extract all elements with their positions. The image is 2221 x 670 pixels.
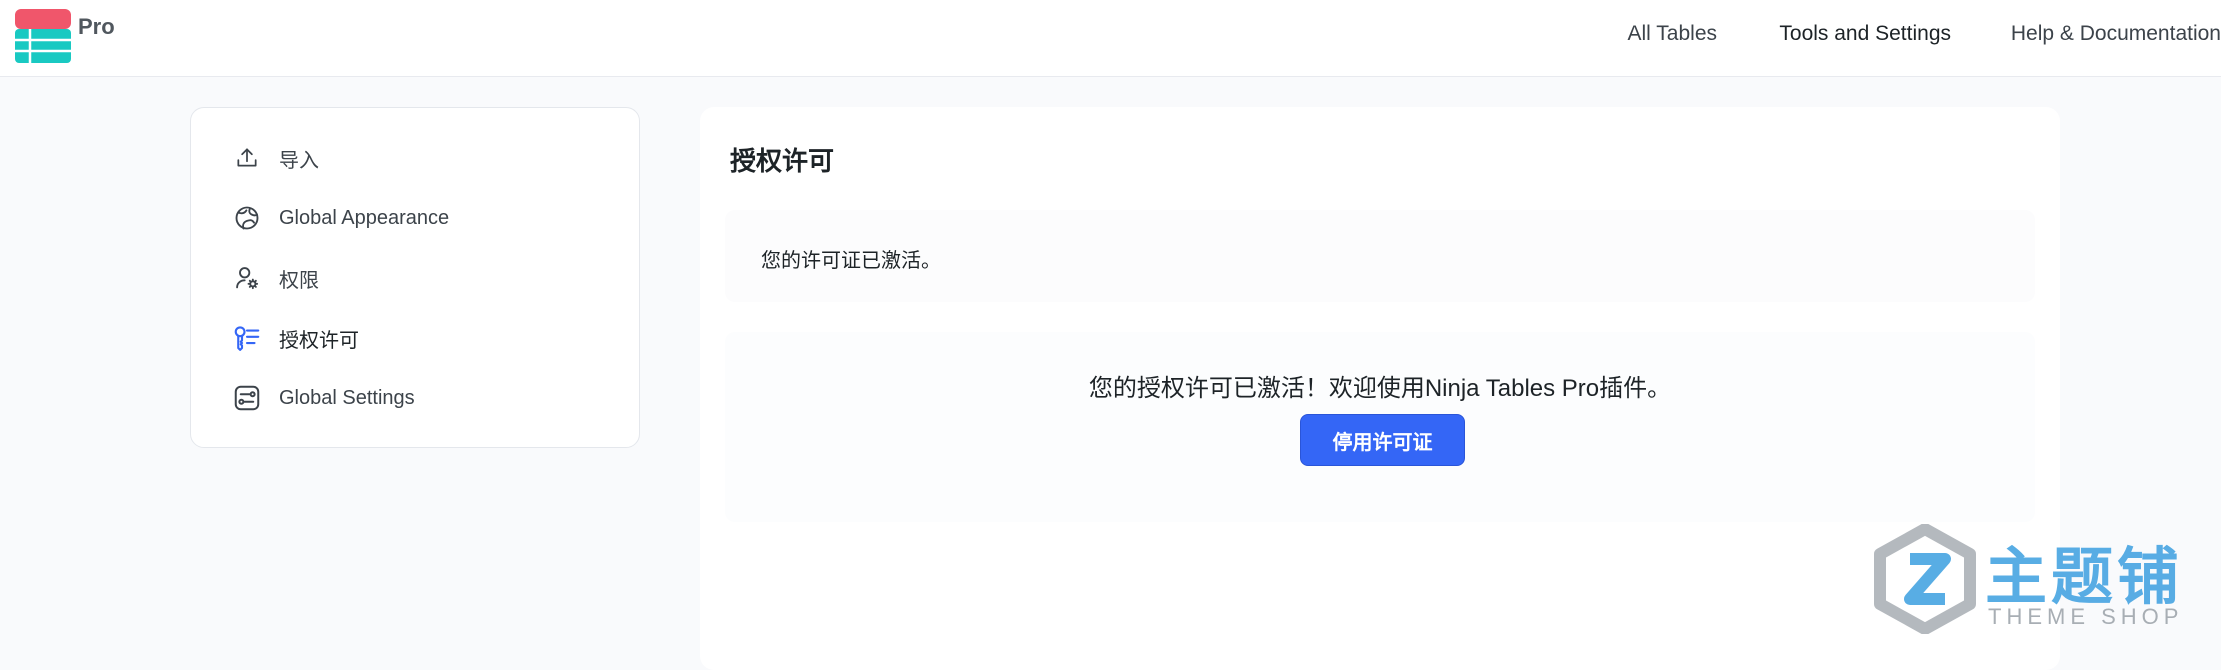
upload-icon <box>231 142 263 174</box>
nav-help-documentation[interactable]: Help & Documentation <box>2011 22 2221 46</box>
watermark-en-text: THEME SHOP <box>1988 604 2184 629</box>
sidebar-item-label: Global Settings <box>279 386 415 409</box>
sidebar-item-license[interactable]: 授权许可 <box>231 314 621 362</box>
watermark-cn-text: 主题铺 <box>1985 543 2184 612</box>
theme-shop-watermark: 主题铺 THEME SHOP <box>1870 520 2210 640</box>
sidebar-item-label: 导入 <box>279 149 319 172</box>
notice-text: 您的许可证已激活。 <box>761 250 941 272</box>
sidebar-item-import[interactable]: 导入 <box>231 134 621 182</box>
product-label: Pro <box>78 14 115 39</box>
top-bar: Pro All Tables Tools and Settings Help &… <box>0 0 2221 77</box>
sidebar-item-global-appearance[interactable]: Global Appearance <box>231 194 621 242</box>
ninja-tables-logo-icon[interactable] <box>15 9 71 63</box>
settings-sidebar: 导入 Global Appearance 权限 授权许可 Global Sett… <box>190 107 640 448</box>
sidebar-item-permissions[interactable]: 权限 <box>231 254 621 302</box>
sidebar-item-label: 授权许可 <box>279 329 359 352</box>
sidebar-item-label: 权限 <box>279 269 319 292</box>
license-status-box: 您的授权许可已激活！欢迎使用Ninja Tables Pro插件。 停用许可证 <box>725 332 2035 522</box>
sidebar-item-label: Global Appearance <box>279 206 450 229</box>
license-activated-message: 您的授权许可已激活！欢迎使用Ninja Tables Pro插件。 <box>1088 375 1672 402</box>
license-panel: 授权许可 您的许可证已激活。 您的授权许可已激活！欢迎使用Ninja Table… <box>700 107 2060 670</box>
sidebar-item-global-settings[interactable]: Global Settings <box>231 374 621 422</box>
settings-sliders-icon <box>231 382 263 414</box>
deactivate-license-button[interactable]: 停用许可证 <box>1300 414 1465 466</box>
license-key-icon <box>231 322 263 354</box>
user-settings-icon <box>231 262 263 294</box>
license-notice: 您的许可证已激活。 <box>725 210 2035 302</box>
page-title: 授权许可 <box>730 146 835 176</box>
palette-icon <box>231 202 263 234</box>
theme-shop-logo-icon <box>1874 524 1976 634</box>
nav-tools-and-settings[interactable]: Tools and Settings <box>1779 22 1951 46</box>
nav-all-tables[interactable]: All Tables <box>1628 22 1718 46</box>
